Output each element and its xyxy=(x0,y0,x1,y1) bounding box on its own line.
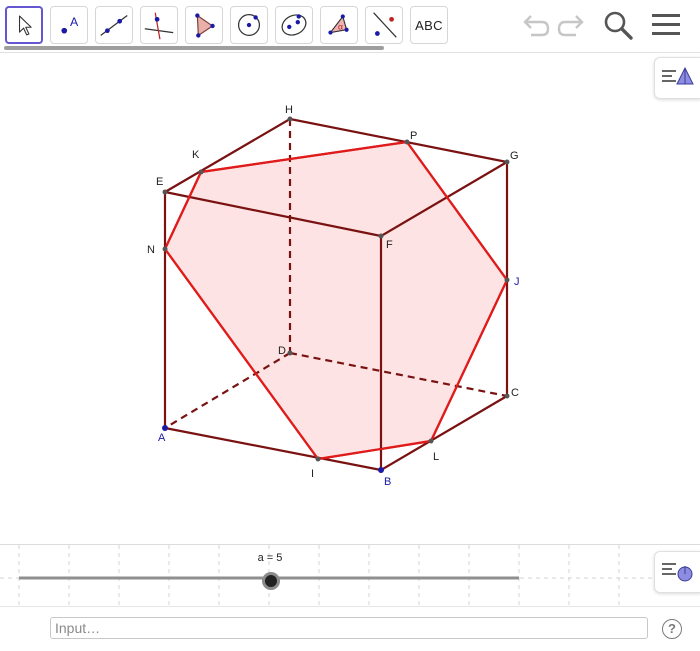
label-H: H xyxy=(285,104,293,116)
redo-button[interactable] xyxy=(555,8,589,42)
help-icon[interactable]: ? xyxy=(662,619,682,639)
point-K xyxy=(198,169,204,175)
line-through-points-icon xyxy=(100,15,128,36)
redo-icon xyxy=(557,15,584,37)
point-D xyxy=(287,350,293,356)
label-K: K xyxy=(192,149,200,161)
search-button[interactable] xyxy=(601,8,635,42)
line-tool-button[interactable] xyxy=(95,6,133,44)
angle-icon: α xyxy=(328,14,349,35)
menu-icon xyxy=(652,14,680,35)
graphics-view[interactable]: H P G K E F N J D C A I L B xyxy=(0,53,700,543)
point-N xyxy=(162,246,168,252)
circle-tool-button[interactable] xyxy=(230,6,268,44)
search-icon xyxy=(604,11,633,40)
undo-icon xyxy=(523,15,550,37)
point-L xyxy=(428,438,434,444)
slider-label: a = 5 xyxy=(257,552,283,564)
toolbar-scrollbar[interactable] xyxy=(4,46,384,50)
angle-tool-button[interactable]: α xyxy=(320,6,358,44)
main-menu-button[interactable] xyxy=(649,8,683,42)
polygon-tool-button[interactable] xyxy=(185,6,223,44)
cursor-arrow-icon xyxy=(18,15,32,36)
label-D: D xyxy=(278,345,286,357)
label-A: A xyxy=(158,432,166,444)
text-tool-button[interactable]: ABC xyxy=(410,6,448,44)
point-J xyxy=(504,277,510,283)
move-tool-button[interactable] xyxy=(5,6,43,44)
label-N: N xyxy=(147,244,155,256)
polygon-icon xyxy=(195,13,215,38)
graphics-style-icon xyxy=(662,66,694,85)
slider-style-icon xyxy=(662,563,693,582)
input-field[interactable] xyxy=(50,617,648,639)
label-J: J xyxy=(514,276,520,288)
slider-graphics-view[interactable]: a = 5 xyxy=(0,544,700,607)
text-icon: ABC xyxy=(415,17,443,33)
label-L: L xyxy=(433,451,439,463)
cube-construction[interactable]: H P G K E F N J D C A I L B xyxy=(0,53,700,543)
conic-tool-button[interactable] xyxy=(275,6,313,44)
label-C: C xyxy=(511,387,519,399)
slider-grid xyxy=(0,545,700,607)
point-tool-button[interactable]: A xyxy=(50,6,88,44)
point-tool-letter: A xyxy=(70,15,79,29)
point-I xyxy=(315,456,321,462)
label-B: B xyxy=(384,476,391,488)
point-icon: A xyxy=(61,15,79,34)
circle-with-center-icon xyxy=(237,13,261,37)
point-F xyxy=(378,233,384,239)
undo-button[interactable] xyxy=(518,8,552,42)
perpendicular-tool-button[interactable] xyxy=(140,6,178,44)
reflect-about-line-icon xyxy=(373,12,397,38)
reflect-tool-button[interactable] xyxy=(365,6,403,44)
perpendicular-line-icon xyxy=(144,12,174,40)
point-E xyxy=(162,189,168,195)
section-hexagon[interactable] xyxy=(163,140,509,461)
ellipse-icon xyxy=(281,14,307,36)
point-C xyxy=(504,393,510,399)
label-E: E xyxy=(156,176,163,188)
point-G xyxy=(504,159,510,165)
algebra-input-bar: ? xyxy=(0,606,700,651)
label-F: F xyxy=(386,239,393,251)
point-B xyxy=(378,467,384,473)
point-H xyxy=(287,116,293,122)
toolbar: A α ABC xyxy=(0,0,700,52)
slider-handle[interactable] xyxy=(262,572,280,590)
label-G: G xyxy=(510,150,519,162)
label-I: I xyxy=(311,468,314,480)
graphics-style-bar-button[interactable] xyxy=(654,57,700,99)
point-A xyxy=(162,425,168,431)
label-P: P xyxy=(410,130,417,142)
slider-style-bar-button[interactable] xyxy=(654,551,700,593)
angle-tool-alpha: α xyxy=(338,22,343,32)
point-P xyxy=(404,139,410,145)
